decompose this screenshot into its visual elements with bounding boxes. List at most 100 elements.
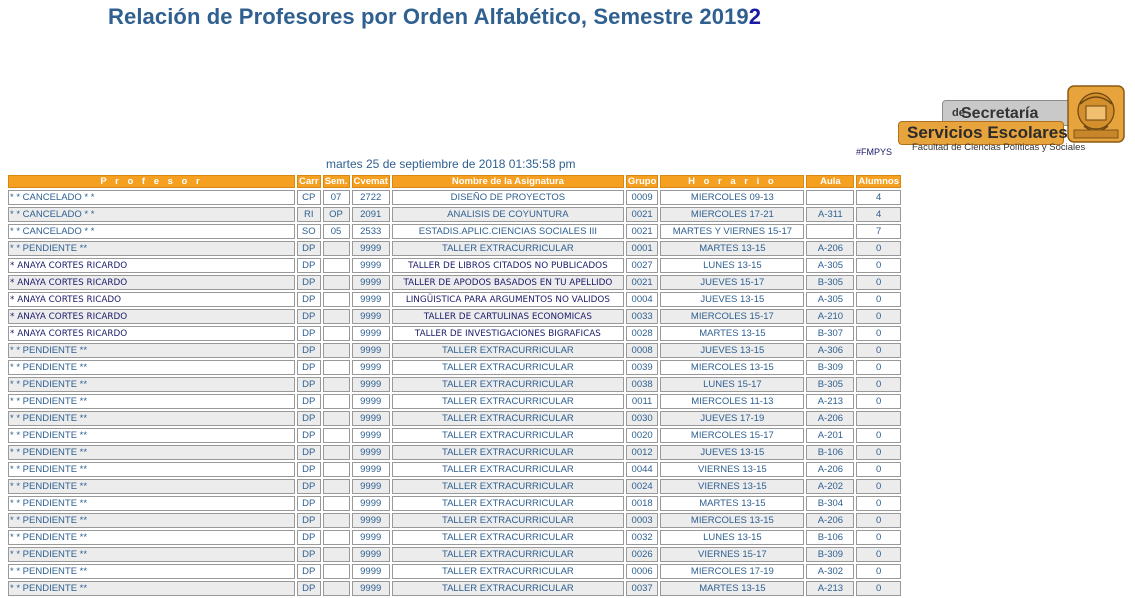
cell-sem: 07 bbox=[322, 190, 350, 205]
cell-grupo: 0011 bbox=[625, 394, 659, 409]
cell-cvemat: 9999 bbox=[351, 564, 390, 579]
cell-profesor: * * PENDIENTE ** bbox=[8, 496, 295, 511]
cell-asignatura: TALLER EXTRACURRICULAR bbox=[391, 581, 624, 596]
cell-sem bbox=[322, 241, 350, 256]
cell-horario: MIERCOLES 17-19 bbox=[660, 564, 805, 579]
cell-aula: A-201 bbox=[806, 428, 855, 443]
cell-profesor: * * PENDIENTE ** bbox=[8, 343, 295, 358]
cell-aula: B-309 bbox=[806, 360, 855, 375]
cell-carr: DP bbox=[297, 241, 321, 256]
cell-cvemat: 9999 bbox=[351, 326, 390, 341]
cell-aula: A-306 bbox=[806, 343, 855, 358]
cell-profesor: * ANAYA CORTES RICARDO bbox=[8, 275, 295, 290]
cell-alumnos: 0 bbox=[856, 258, 902, 273]
cell-grupo: 0038 bbox=[625, 377, 659, 392]
cell-grupo: 0004 bbox=[625, 292, 659, 307]
cell-alumnos: 0 bbox=[856, 241, 902, 256]
cell-aula bbox=[806, 224, 855, 239]
cell-profesor: * * PENDIENTE ** bbox=[8, 428, 295, 443]
cell-grupo: 0008 bbox=[625, 343, 659, 358]
cell-profesor: * * PENDIENTE ** bbox=[8, 462, 295, 477]
cell-horario: VIERNES 13-15 bbox=[660, 462, 805, 477]
cell-horario: VIERNES 15-17 bbox=[660, 547, 805, 562]
table-row: * * PENDIENTE ** DP 9999 TALLER EXTRACURRIC… bbox=[8, 428, 902, 443]
cell-horario: MARTES 13-15 bbox=[660, 326, 805, 341]
cell-carr: DP bbox=[297, 360, 321, 375]
cell-carr: DP bbox=[297, 377, 321, 392]
cell-carr: DP bbox=[297, 275, 321, 290]
cell-asignatura: TALLER EXTRACURRICULAR bbox=[391, 513, 624, 528]
cell-grupo: 0037 bbox=[625, 581, 659, 596]
cell-cvemat: 2091 bbox=[351, 207, 390, 222]
cell-sem bbox=[322, 360, 350, 375]
cell-sem bbox=[322, 309, 350, 324]
cell-aula: A-305 bbox=[806, 258, 855, 273]
cell-asignatura: TALLER EXTRACURRICULAR bbox=[391, 462, 624, 477]
cell-grupo: 0030 bbox=[625, 411, 659, 426]
table-row: * * PENDIENTE ** DP 9999 TALLER EXTRACURRIC… bbox=[8, 377, 902, 392]
table-row: * * PENDIENTE ** DP 9999 TALLER EXTRACURRIC… bbox=[8, 581, 902, 596]
cell-grupo: 0003 bbox=[625, 513, 659, 528]
cell-cvemat: 9999 bbox=[351, 547, 390, 562]
hashtag-label: #FMPYS bbox=[856, 147, 893, 157]
table-row: * * PENDIENTE ** DP 9999 TALLER EXTRACURRIC… bbox=[8, 462, 902, 477]
cell-horario: JUEVES 13-15 bbox=[660, 445, 805, 460]
cell-asignatura: TALLER EXTRACURRICULAR bbox=[391, 343, 624, 358]
cell-cvemat: 9999 bbox=[351, 275, 390, 290]
cell-alumnos: 0 bbox=[856, 547, 902, 562]
cell-aula: A-206 bbox=[806, 462, 855, 477]
cell-grupo: 0027 bbox=[625, 258, 659, 273]
cell-sem bbox=[322, 428, 350, 443]
cell-horario: LUNES 13-15 bbox=[660, 530, 805, 545]
cell-aula: B-305 bbox=[806, 377, 855, 392]
cell-asignatura: TALLER EXTRACURRICULAR bbox=[391, 445, 624, 460]
cell-asignatura: DISEÑO DE PROYECTOS bbox=[391, 190, 624, 205]
secretaria-logo: Secretaría de Servicios Escolares Facult… bbox=[894, 84, 1128, 156]
cell-carr: DP bbox=[297, 326, 321, 341]
table-row: * * CANCELADO * * RI OP 2091 ANALISIS DE COY… bbox=[8, 207, 902, 222]
cell-cvemat: 9999 bbox=[351, 241, 390, 256]
cell-horario: JUEVES 13-15 bbox=[660, 343, 805, 358]
cell-asignatura: LINGÜISTICA PARA ARGUMENTOS NO VALIDOS bbox=[391, 292, 624, 307]
cell-sem bbox=[322, 564, 350, 579]
table-row: * * CANCELADO * * CP 07 2722 DISEÑO DE PROYE… bbox=[8, 190, 902, 205]
header-cvemat: Cvemat bbox=[351, 175, 390, 188]
cell-alumnos: 0 bbox=[856, 513, 902, 528]
page-title-semester-digit: 2 bbox=[748, 4, 762, 29]
professors-table: P r o f e s o r Carr Sem. Cvemat Nombre … bbox=[6, 173, 903, 598]
table-row: * * PENDIENTE ** DP 9999 TALLER EXTRACURRIC… bbox=[8, 530, 902, 545]
cell-grupo: 0018 bbox=[625, 496, 659, 511]
cell-cvemat: 9999 bbox=[351, 360, 390, 375]
cell-profesor: * * PENDIENTE ** bbox=[8, 411, 295, 426]
cell-aula: B-305 bbox=[806, 275, 855, 290]
cell-aula: A-311 bbox=[806, 207, 855, 222]
cell-alumnos: 0 bbox=[856, 428, 902, 443]
cell-grupo: 0012 bbox=[625, 445, 659, 460]
cell-carr: DP bbox=[297, 292, 321, 307]
table-row: * ANAYA CORTES RICARDO DP 9999 TALLER DE AP… bbox=[8, 275, 902, 290]
cell-carr: DP bbox=[297, 343, 321, 358]
cell-carr: DP bbox=[297, 479, 321, 494]
cell-alumnos: 0 bbox=[856, 377, 902, 392]
cell-profesor: * * PENDIENTE ** bbox=[8, 479, 295, 494]
cell-cvemat: 9999 bbox=[351, 377, 390, 392]
cell-asignatura: TALLER EXTRACURRICULAR bbox=[391, 377, 624, 392]
cell-cvemat: 9999 bbox=[351, 513, 390, 528]
cell-grupo: 0032 bbox=[625, 530, 659, 545]
cell-sem bbox=[322, 394, 350, 409]
cell-grupo: 0026 bbox=[625, 547, 659, 562]
cell-grupo: 0028 bbox=[625, 326, 659, 341]
cell-grupo: 0021 bbox=[625, 207, 659, 222]
cell-asignatura: TALLER EXTRACURRICULAR bbox=[391, 411, 624, 426]
header-sem: Sem. bbox=[322, 175, 350, 188]
cell-sem bbox=[322, 581, 350, 596]
cell-sem bbox=[322, 547, 350, 562]
cell-sem bbox=[322, 479, 350, 494]
cell-asignatura: ANALISIS DE COYUNTURA bbox=[391, 207, 624, 222]
table-row: * * PENDIENTE ** DP 9999 TALLER EXTRACURRIC… bbox=[8, 479, 902, 494]
cell-horario: MIERCOLES 13-15 bbox=[660, 513, 805, 528]
table-row: * ANAYA CORTES RICADO DP 9999 LINGÜISTICA P… bbox=[8, 292, 902, 307]
cell-cvemat: 9999 bbox=[351, 309, 390, 324]
cell-cvemat: 9999 bbox=[351, 462, 390, 477]
page-title: Relación de Profesores por Orden Alfabét… bbox=[108, 4, 761, 30]
